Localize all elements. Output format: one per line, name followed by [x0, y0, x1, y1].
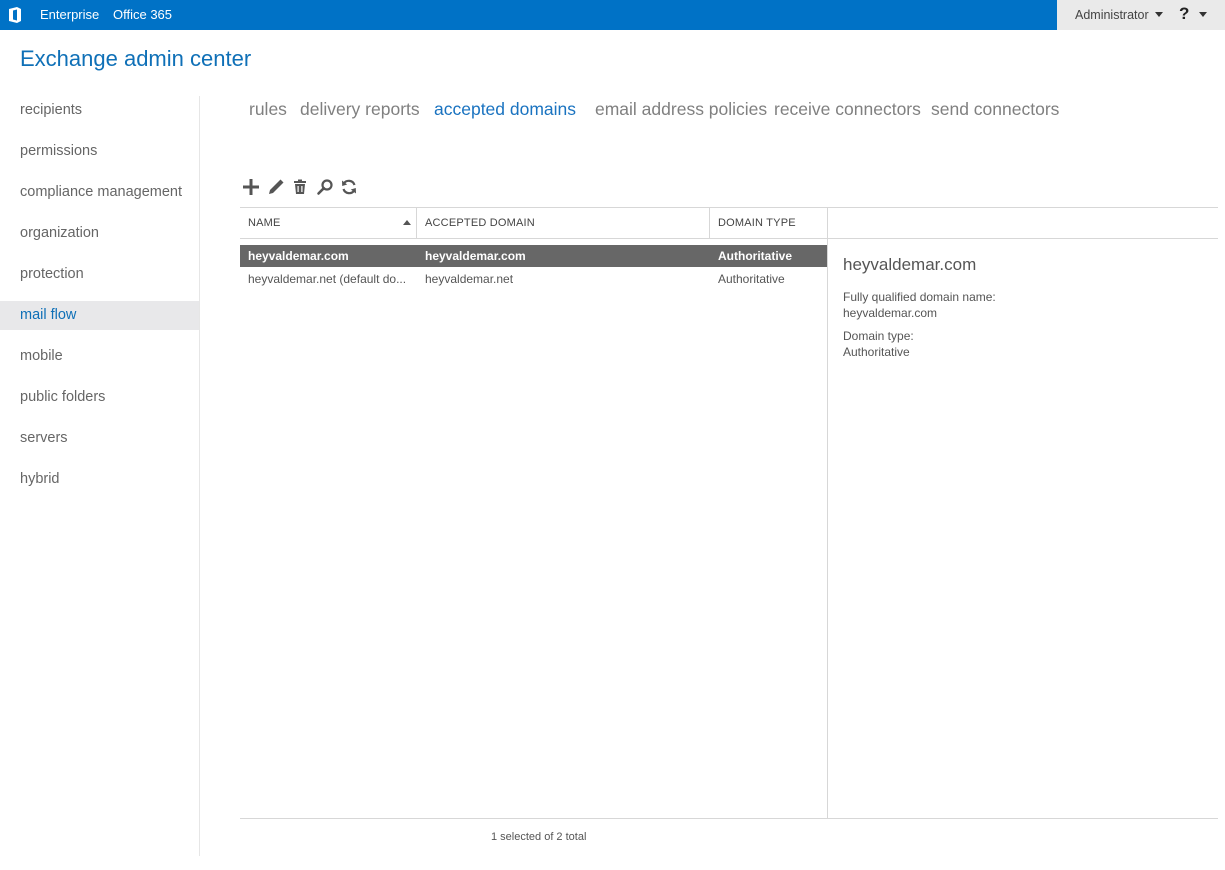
enterprise-link[interactable]: Enterprise: [40, 7, 99, 22]
cell-accepted-domain: heyvaldemar.net: [425, 272, 514, 286]
column-header-accepted-domain[interactable]: ACCEPTED DOMAIN: [425, 217, 535, 229]
tab-email-address-policies[interactable]: email address policies: [595, 99, 767, 120]
sidebar-item-mobile[interactable]: mobile: [0, 342, 199, 371]
sidebar-item-permissions[interactable]: permissions: [0, 137, 199, 166]
sidebar-item-compliance-management[interactable]: compliance management: [0, 178, 199, 207]
help-icon[interactable]: ?: [1179, 4, 1189, 24]
refresh-icon[interactable]: [339, 177, 359, 197]
sort-ascending-icon[interactable]: [403, 220, 411, 225]
detail-type-value: Authoritative: [843, 345, 910, 359]
detail-type-label: Domain type:: [843, 329, 914, 343]
sidebar-item-organization[interactable]: organization: [0, 219, 199, 248]
cell-accepted-domain: heyvaldemar.com: [425, 249, 526, 263]
grid-bottom-border: [240, 818, 1218, 819]
table-row[interactable]: heyvaldemar.net (default do... heyvaldem…: [240, 268, 827, 290]
detail-fqdn-label: Fully qualified domain name:: [843, 290, 996, 304]
sidebar-item-servers[interactable]: servers: [0, 424, 199, 453]
column-header-name[interactable]: NAME: [248, 217, 281, 229]
list-detail-divider: [827, 207, 828, 818]
sidebar-item-public-folders[interactable]: public folders: [0, 383, 199, 412]
cell-name: heyvaldemar.com: [248, 249, 349, 263]
chevron-down-icon[interactable]: [1199, 12, 1207, 17]
grid-top-border: [240, 207, 1218, 208]
top-bar: Enterprise Office 365 Administrator ?: [0, 0, 1225, 30]
sidebar-item-mail-flow[interactable]: mail flow: [0, 301, 199, 330]
selection-status: 1 selected of 2 total: [491, 831, 587, 843]
tab-accepted-domains[interactable]: accepted domains: [434, 99, 576, 120]
search-icon[interactable]: [315, 177, 335, 197]
tab-delivery-reports[interactable]: delivery reports: [300, 99, 420, 120]
detail-title: heyvaldemar.com: [843, 255, 977, 274]
edit-icon[interactable]: [266, 177, 286, 197]
cell-domain-type: Authoritative: [718, 249, 793, 263]
sidebar-divider: [199, 96, 200, 856]
chevron-down-icon[interactable]: [1155, 12, 1163, 17]
tab-send-connectors[interactable]: send connectors: [931, 99, 1059, 120]
table-row[interactable]: heyvaldemar.com heyvaldemar.com Authorit…: [240, 245, 827, 267]
cell-name: heyvaldemar.net (default do...: [248, 272, 407, 286]
sidebar-item-recipients[interactable]: recipients: [0, 96, 199, 125]
column-separator: [416, 207, 417, 238]
office365-link[interactable]: Office 365: [113, 7, 172, 22]
sidebar-item-protection[interactable]: protection: [0, 260, 199, 289]
column-header-domain-type[interactable]: DOMAIN TYPE: [718, 217, 796, 229]
add-icon[interactable]: [241, 177, 261, 197]
user-menu[interactable]: Administrator: [1075, 8, 1149, 22]
column-separator: [709, 207, 710, 238]
sidebar-item-hybrid[interactable]: hybrid: [0, 465, 199, 494]
user-area: Administrator ?: [1057, 0, 1225, 30]
cell-domain-type: Authoritative: [718, 272, 785, 286]
tab-rules[interactable]: rules: [249, 99, 287, 120]
delete-icon[interactable]: [290, 177, 310, 197]
grid-header-border: [240, 238, 1218, 239]
page-title: Exchange admin center: [20, 46, 252, 71]
tab-receive-connectors[interactable]: receive connectors: [774, 99, 921, 120]
office-logo-icon[interactable]: [6, 6, 24, 24]
detail-fqdn-value: heyvaldemar.com: [843, 306, 938, 320]
